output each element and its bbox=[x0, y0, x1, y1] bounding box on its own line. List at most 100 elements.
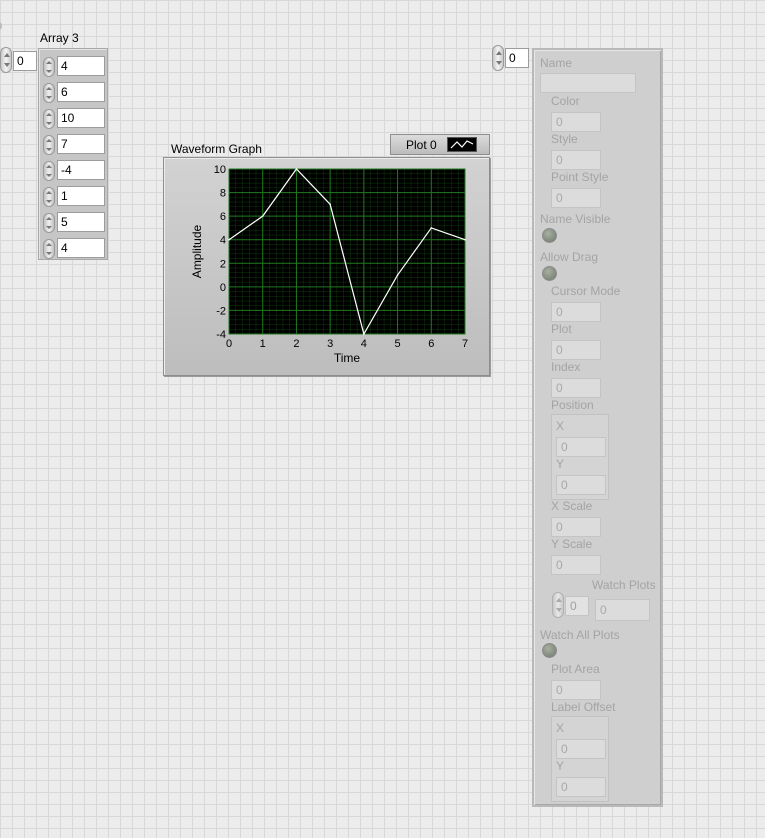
plot-area-label: Plot Area bbox=[551, 662, 600, 676]
x-axis-label: Time bbox=[334, 351, 361, 365]
legend-plot-name[interactable]: Plot 0 bbox=[406, 138, 437, 152]
edge-marker bbox=[0, 22, 2, 30]
x-tick-label: 4 bbox=[361, 338, 367, 350]
array-index-input[interactable]: 0 bbox=[13, 51, 37, 71]
element-spinner[interactable] bbox=[43, 83, 55, 103]
element-spinner[interactable] bbox=[43, 135, 55, 155]
element-spinner[interactable] bbox=[43, 187, 55, 207]
array-element: 1 bbox=[43, 186, 105, 208]
element-input[interactable]: 4 bbox=[57, 238, 105, 258]
y-tick-label: 2 bbox=[220, 258, 226, 270]
style-field[interactable]: 0 bbox=[551, 150, 601, 170]
array-element: 6 bbox=[43, 82, 105, 104]
cursor-mode-field[interactable]: 0 bbox=[551, 302, 601, 322]
y-scale-label: Y Scale bbox=[551, 537, 593, 551]
cursor-mode-label: Cursor Mode bbox=[551, 284, 621, 298]
watch-plots-label: Watch Plots bbox=[592, 578, 656, 592]
waveform-plot[interactable]: 0 1 2 3 4 5 6 7 10 8 6 4 2 0 -2 -4 Time Amplitude bbox=[163, 157, 490, 376]
element-input[interactable]: -4 bbox=[57, 160, 105, 180]
array-label: Array 3 bbox=[40, 31, 79, 45]
element-input[interactable]: 1 bbox=[57, 186, 105, 206]
x-scale-field[interactable]: 0 bbox=[551, 517, 601, 537]
position-x-label: X bbox=[556, 419, 565, 433]
name-field[interactable] bbox=[540, 73, 636, 93]
x-tick-label: 2 bbox=[293, 338, 299, 350]
x-tick-label: 5 bbox=[395, 338, 401, 350]
x-tick-label: 7 bbox=[462, 338, 468, 350]
allow-drag-led[interactable] bbox=[542, 266, 557, 281]
watch-plots-field[interactable]: 0 bbox=[595, 599, 650, 621]
position-x-field[interactable]: 0 bbox=[556, 437, 606, 457]
element-spinner[interactable] bbox=[43, 239, 55, 259]
array-element: 4 bbox=[43, 56, 105, 78]
y-tick-label: 4 bbox=[220, 235, 226, 247]
x-tick-label: 6 bbox=[428, 338, 434, 350]
legend-plot-swatch[interactable] bbox=[447, 137, 477, 152]
element-spinner[interactable] bbox=[43, 213, 55, 233]
style-label: Style bbox=[551, 132, 578, 146]
color-field[interactable]: 0 bbox=[551, 112, 601, 132]
index-field[interactable]: 0 bbox=[551, 378, 601, 398]
element-spinner[interactable] bbox=[43, 57, 55, 77]
element-input[interactable]: 6 bbox=[57, 82, 105, 102]
data-point bbox=[464, 238, 466, 241]
data-point bbox=[329, 203, 331, 206]
y-tick-label: 6 bbox=[220, 211, 226, 223]
array-element: -4 bbox=[43, 160, 105, 182]
label-offset-y-field[interactable]: 0 bbox=[556, 777, 606, 797]
data-point bbox=[295, 168, 298, 170]
y-tick-label: 0 bbox=[220, 282, 226, 294]
array-3: 4 6 10 7 -4 1 5 4 bbox=[38, 48, 108, 260]
cluster-index-input[interactable]: 0 bbox=[505, 48, 529, 68]
position-y-label: Y bbox=[556, 457, 565, 471]
y-tick-label: 8 bbox=[220, 188, 226, 200]
name-visible-led[interactable] bbox=[542, 228, 557, 243]
cluster-index-spinner[interactable] bbox=[492, 45, 504, 71]
y-tick-label: 10 bbox=[214, 164, 226, 176]
legend-trace-icon bbox=[450, 140, 474, 149]
plot-field[interactable]: 0 bbox=[551, 340, 601, 360]
array-element: 4 bbox=[43, 238, 105, 260]
index-label: Index bbox=[551, 360, 581, 374]
point-style-label: Point Style bbox=[551, 170, 609, 184]
y-axis-label: Amplitude bbox=[190, 225, 204, 279]
watch-plots-index-spinner[interactable] bbox=[552, 592, 564, 618]
plot-label: Plot bbox=[551, 322, 572, 336]
plot-area[interactable] bbox=[228, 168, 466, 335]
element-input[interactable]: 7 bbox=[57, 134, 105, 154]
position-label: Position bbox=[551, 398, 594, 412]
data-point bbox=[396, 274, 399, 276]
point-style-field[interactable]: 0 bbox=[551, 188, 601, 208]
x-scale-label: X Scale bbox=[551, 499, 593, 513]
element-input[interactable]: 4 bbox=[57, 56, 105, 76]
y-tick-label: -4 bbox=[216, 329, 226, 341]
watch-all-plots-label: Watch All Plots bbox=[540, 628, 620, 642]
element-input[interactable]: 10 bbox=[57, 108, 105, 128]
data-point bbox=[228, 238, 230, 241]
plot-legend[interactable]: Plot 0 bbox=[390, 134, 490, 155]
x-tick-label: 0 bbox=[226, 338, 232, 350]
element-spinner[interactable] bbox=[43, 109, 55, 129]
x-tick-label: 3 bbox=[327, 338, 333, 350]
array-element: 7 bbox=[43, 134, 105, 156]
label-offset-x-field[interactable]: 0 bbox=[556, 739, 606, 759]
element-input[interactable]: 5 bbox=[57, 212, 105, 232]
x-tick-label: 1 bbox=[260, 338, 266, 350]
label-offset-x-label: X bbox=[556, 721, 565, 735]
allow-drag-label: Allow Drag bbox=[540, 250, 599, 264]
data-point bbox=[363, 333, 365, 335]
data-point bbox=[261, 215, 264, 217]
graph-label: Waveform Graph bbox=[171, 142, 262, 156]
label-offset-y-label: Y bbox=[556, 759, 565, 773]
label-offset-label: Label Offset bbox=[551, 700, 616, 714]
array-index-spinner[interactable] bbox=[0, 47, 12, 73]
watch-all-plots-led[interactable] bbox=[542, 643, 557, 658]
name-visible-label: Name Visible bbox=[540, 212, 611, 226]
watch-plots-index-field[interactable]: 0 bbox=[565, 596, 589, 616]
position-y-field[interactable]: 0 bbox=[556, 475, 606, 495]
plot-area-field[interactable]: 0 bbox=[551, 680, 601, 700]
element-spinner[interactable] bbox=[43, 161, 55, 181]
y-scale-field[interactable]: 0 bbox=[551, 555, 601, 575]
name-label: Name bbox=[540, 56, 573, 70]
array-element: 5 bbox=[43, 212, 105, 234]
